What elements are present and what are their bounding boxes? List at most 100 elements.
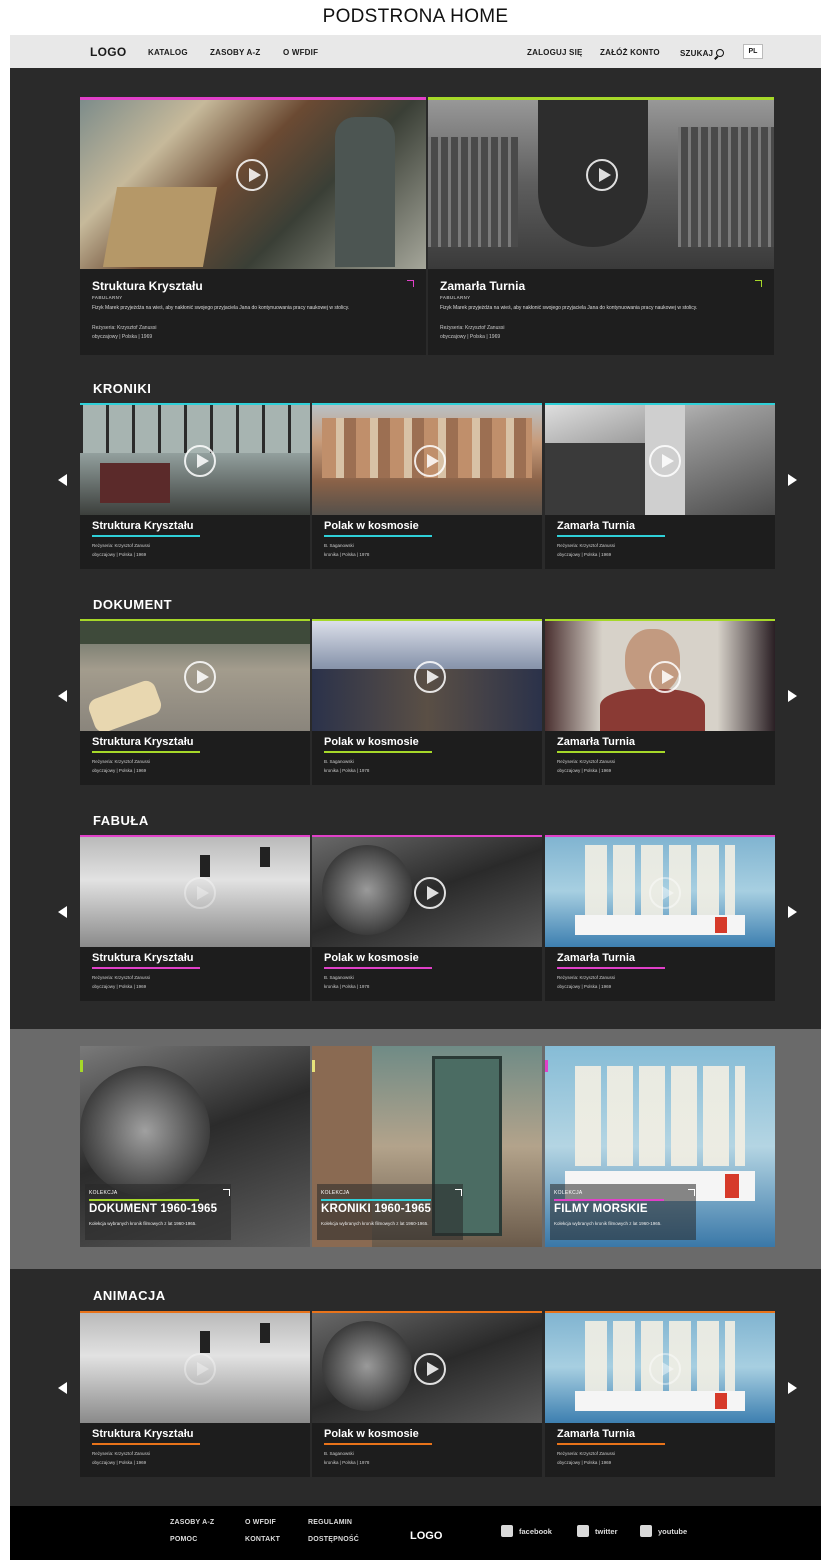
- carousel-prev-icon[interactable]: [58, 1382, 67, 1394]
- card-meta: obyczajowy | Polska | 1969: [92, 552, 147, 557]
- film-card[interactable]: Polak w kosmosie B. Saganowski kronika |…: [312, 835, 542, 1001]
- play-icon[interactable]: [184, 877, 216, 909]
- card-title[interactable]: Polak w kosmosie: [324, 1428, 419, 1440]
- footer: ZASOBY A-Z POMOC O WFDIF KONTAKT REGULAM…: [10, 1506, 821, 1560]
- film-card[interactable]: Struktura Kryształu Reżyseria: Krzysztof…: [80, 1311, 310, 1477]
- twitter-link[interactable]: twitter: [595, 1527, 618, 1536]
- card-title[interactable]: Zamarła Turnia: [557, 952, 635, 964]
- card-title[interactable]: Struktura Kryształu: [92, 952, 193, 964]
- twitter-icon[interactable]: [577, 1525, 589, 1537]
- youtube-link[interactable]: youtube: [658, 1527, 687, 1536]
- login-link[interactable]: ZALOGUJ SIĘ: [527, 48, 583, 57]
- footer-logo[interactable]: LOGO: [410, 1530, 442, 1542]
- hero-meta: obyczajowy | Polska | 1969: [440, 334, 501, 340]
- film-card[interactable]: Polak w kosmosie B. Saganowski kronika |…: [312, 619, 542, 785]
- carousel-next-icon[interactable]: [788, 1382, 797, 1394]
- hero-card[interactable]: Zamarła Turnia FABULARNY Fizyk Marek prz…: [428, 97, 774, 355]
- card-title[interactable]: Zamarła Turnia: [557, 736, 635, 748]
- footer-link-pomoc[interactable]: POMOC: [170, 1536, 197, 1543]
- corner-mark-icon: [755, 280, 762, 287]
- collection-title[interactable]: DOKUMENT 1960-1965: [89, 1203, 217, 1215]
- film-card[interactable]: Polak w kosmosie B. Saganowski kronika |…: [312, 403, 542, 569]
- carousel-prev-icon[interactable]: [58, 906, 67, 918]
- card-title[interactable]: Struktura Kryształu: [92, 736, 193, 748]
- play-icon[interactable]: [649, 877, 681, 909]
- collection-card[interactable]: KOLEKCJA FILMY MORSKIE Kolekcja wybranyc…: [545, 1046, 775, 1247]
- carousel-prev-icon[interactable]: [58, 474, 67, 486]
- corner-mark-icon: [455, 1189, 462, 1196]
- corner-mark-icon: [407, 280, 414, 287]
- card-director: B. Saganowski: [324, 1451, 354, 1456]
- collection-title[interactable]: FILMY MORSKIE: [554, 1203, 648, 1215]
- facebook-icon[interactable]: [501, 1525, 513, 1537]
- footer-link-kontakt[interactable]: KONTAKT: [245, 1536, 280, 1543]
- hero-card[interactable]: Struktura Kryształu FABULARNY Fizyk Mare…: [80, 97, 426, 355]
- film-card[interactable]: Zamarła Turnia Reżyseria: Krzysztof Zanu…: [545, 403, 775, 569]
- collection-card[interactable]: KOLEKCJA KRONIKI 1960-1965 Kolekcja wybr…: [312, 1046, 542, 1247]
- search-button[interactable]: SZUKAJ: [680, 48, 725, 58]
- footer-link-o-wfdif[interactable]: O WFDIF: [245, 1519, 276, 1526]
- play-icon[interactable]: [184, 661, 216, 693]
- play-icon[interactable]: [414, 445, 446, 477]
- card-title[interactable]: Polak w kosmosie: [324, 520, 419, 532]
- carousel-next-icon[interactable]: [788, 474, 797, 486]
- footer-link-regulamin[interactable]: REGULAMIN: [308, 1519, 352, 1526]
- play-icon[interactable]: [414, 661, 446, 693]
- play-icon[interactable]: [414, 1353, 446, 1385]
- card-image: [80, 403, 310, 515]
- category-line: [80, 835, 310, 837]
- card-title[interactable]: Polak w kosmosie: [324, 952, 419, 964]
- carousel-next-icon[interactable]: [788, 690, 797, 702]
- title-underline: [92, 967, 200, 969]
- category-line: [80, 619, 310, 621]
- play-icon[interactable]: [649, 661, 681, 693]
- hero-title[interactable]: Struktura Kryształu: [92, 279, 203, 293]
- card-director: Reżyseria: Krzysztof Zanussi: [557, 543, 616, 548]
- category-tag: [545, 1060, 548, 1072]
- play-icon[interactable]: [236, 159, 268, 191]
- language-switch[interactable]: PL: [743, 44, 763, 59]
- title-underline: [324, 535, 432, 537]
- nav-link-zasoby[interactable]: ZASOBY A-Z: [210, 48, 260, 57]
- collection-title[interactable]: KRONIKI 1960-1965: [321, 1203, 431, 1215]
- film-card[interactable]: Zamarła Turnia Reżyseria: Krzysztof Zanu…: [545, 619, 775, 785]
- card-director: B. Saganowski: [324, 975, 354, 980]
- play-icon[interactable]: [184, 445, 216, 477]
- hero-title[interactable]: Zamarła Turnia: [440, 279, 525, 293]
- card-title[interactable]: Polak w kosmosie: [324, 736, 419, 748]
- page-caption: PODSTRONA HOME: [322, 6, 509, 27]
- card-title[interactable]: Zamarła Turnia: [557, 520, 635, 532]
- film-card[interactable]: Zamarła Turnia Reżyseria: Krzysztof Zanu…: [545, 835, 775, 1001]
- carousel-prev-icon[interactable]: [58, 690, 67, 702]
- nav-link-o-wfdif[interactable]: O WFDIF: [283, 48, 318, 57]
- collection-underline: [321, 1199, 431, 1201]
- category-line: [80, 97, 426, 100]
- hero-description: Fizyk Marek przyjeżdża na wieś, aby nakł…: [92, 305, 350, 311]
- footer-link-dostepnosc[interactable]: DOSTĘPNOŚĆ: [308, 1536, 359, 1543]
- play-icon[interactable]: [649, 445, 681, 477]
- play-icon[interactable]: [184, 1353, 216, 1385]
- nav-logo[interactable]: LOGO: [90, 45, 127, 59]
- collection-card[interactable]: KOLEKCJA DOKUMENT 1960-1965 Kolekcja wyb…: [80, 1046, 310, 1247]
- facebook-link[interactable]: facebook: [519, 1527, 552, 1536]
- film-card[interactable]: Zamarła Turnia Reżyseria: Krzysztof Zanu…: [545, 1311, 775, 1477]
- footer-link-zasoby[interactable]: ZASOBY A-Z: [170, 1519, 214, 1526]
- carousel-next-icon[interactable]: [788, 906, 797, 918]
- card-title[interactable]: Zamarła Turnia: [557, 1428, 635, 1440]
- card-title[interactable]: Struktura Kryształu: [92, 520, 193, 532]
- youtube-icon[interactable]: [640, 1525, 652, 1537]
- film-card[interactable]: Struktura Kryształu Reżyseria: Krzysztof…: [80, 619, 310, 785]
- film-card[interactable]: Struktura Kryształu Reżyseria: Krzysztof…: [80, 403, 310, 569]
- nav-link-katalog[interactable]: KATALOG: [148, 48, 188, 57]
- register-link[interactable]: ZAŁÓŻ KONTO: [600, 48, 660, 57]
- top-nav: LOGO KATALOG ZASOBY A-Z O WFDIF ZALOGUJ …: [10, 35, 821, 68]
- title-underline: [92, 535, 200, 537]
- play-icon[interactable]: [414, 877, 446, 909]
- card-director: Reżyseria: Krzysztof Zanussi: [557, 1451, 616, 1456]
- film-card[interactable]: Polak w kosmosie B. Saganowski kronika |…: [312, 1311, 542, 1477]
- category-line: [428, 97, 774, 100]
- film-card[interactable]: Struktura Kryształu Reżyseria: Krzysztof…: [80, 835, 310, 1001]
- play-icon[interactable]: [649, 1353, 681, 1385]
- card-title[interactable]: Struktura Kryształu: [92, 1428, 193, 1440]
- play-icon[interactable]: [586, 159, 618, 191]
